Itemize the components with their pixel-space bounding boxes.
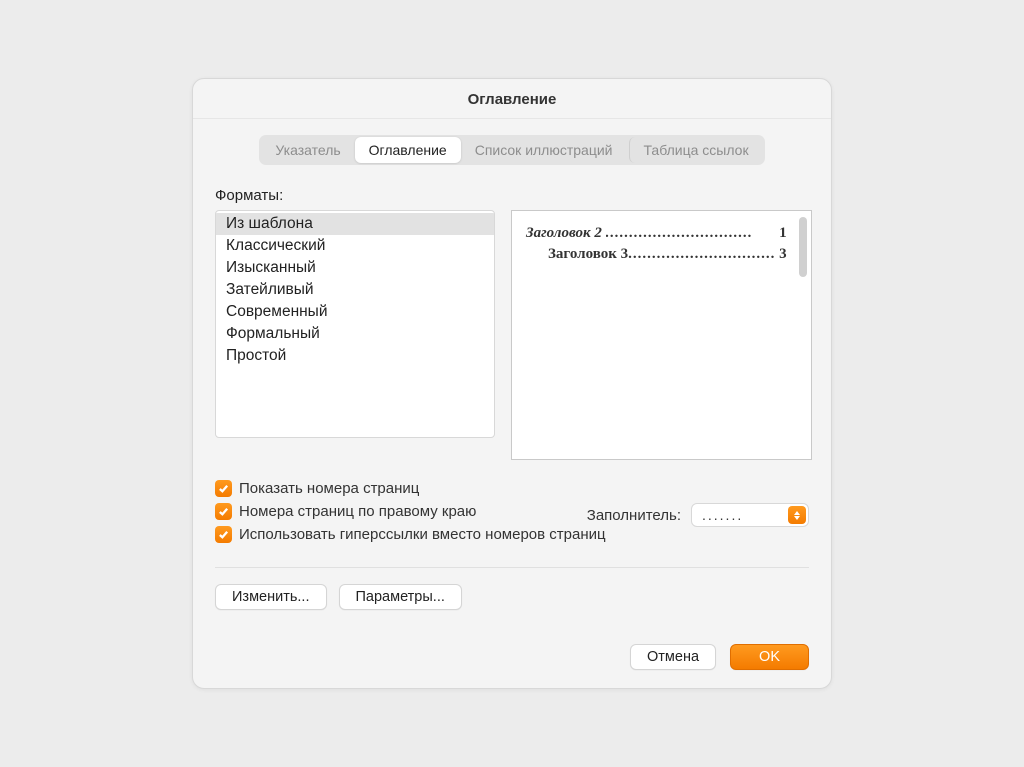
checkbox-hyperlinks[interactable] [215,526,232,543]
preview-dots: ............................... [628,246,775,263]
ok-button[interactable]: OK [730,644,809,670]
tab-refs[interactable]: Таблица ссылок [629,137,763,163]
toc-dialog: Оглавление Указатель Оглавление Список и… [192,78,832,689]
tab-toc[interactable]: Оглавление [355,137,461,163]
secondary-buttons: Изменить... Параметры... [215,584,809,610]
checkbox-right-align[interactable] [215,503,232,520]
filler-label: Заполнитель: [587,507,681,524]
checkbox-show-pages[interactable] [215,480,232,497]
checkbox-group: Показать номера страниц Номера страниц п… [215,480,809,543]
preview-dots: ............................... [606,225,776,242]
filler-select-value: ....... [702,507,743,523]
formats-listbox[interactable]: Из шаблона Классический Изысканный Затей… [215,210,495,438]
format-option[interactable]: Классический [216,235,494,257]
format-option[interactable]: Современный [216,301,494,323]
filler-row: Заполнитель: ....... [587,503,809,527]
preview-line-2-text: Заголовок 3 [548,246,628,263]
dialog-title: Оглавление [193,79,831,119]
chevron-updown-icon [788,506,806,524]
separator [215,567,809,568]
options-button[interactable]: Параметры... [339,584,462,610]
tab-index[interactable]: Указатель [261,137,354,163]
format-option[interactable]: Изысканный [216,257,494,279]
checkbox-show-pages-label: Показать номера страниц [239,480,419,497]
modify-button[interactable]: Изменить... [215,584,327,610]
format-option[interactable]: Простой [216,345,494,367]
dialog-footer: Отмена OK [193,628,831,688]
preview-line-1-text: Заголовок 2 [526,225,602,242]
tab-bar: Указатель Оглавление Список иллюстраций … [259,135,764,165]
dialog-body: Указатель Оглавление Список иллюстраций … [193,119,831,628]
cancel-button[interactable]: Отмена [630,644,716,670]
preview-scrollbar[interactable] [799,217,807,277]
format-option[interactable]: Формальный [216,323,494,345]
preview-line-1: Заголовок 2 ............................… [526,225,787,242]
format-option[interactable]: Из шаблона [216,213,494,235]
checkbox-hyperlinks-label: Использовать гиперссылки вместо номеров … [239,526,606,543]
preview-line-1-page: 1 [779,225,787,242]
tab-illustrations[interactable]: Список иллюстраций [461,137,627,163]
checkbox-right-align-label: Номера страниц по правому краю [239,503,476,520]
preview-pane: Заголовок 2 ............................… [511,210,812,460]
format-option[interactable]: Затейливый [216,279,494,301]
preview-line-2: Заголовок 3 ............................… [526,246,787,263]
preview-line-2-page: 3 [779,246,787,263]
formats-label: Форматы: [215,187,809,204]
filler-select[interactable]: ....... [691,503,809,527]
